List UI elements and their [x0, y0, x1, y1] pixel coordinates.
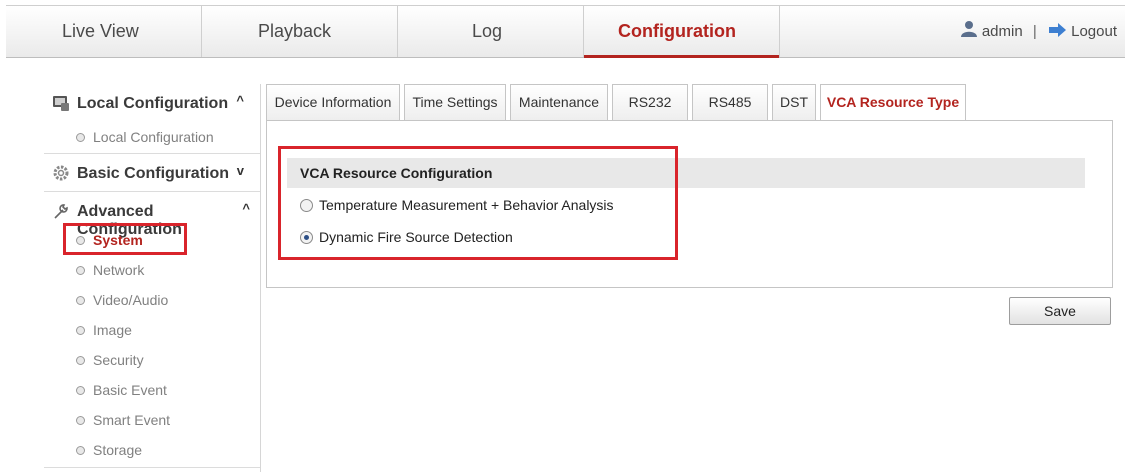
sidebar-item-local-configuration[interactable]: Local Configuration — [76, 122, 256, 152]
save-button[interactable]: Save — [1009, 297, 1111, 325]
sidebar-item-basic-event[interactable]: Basic Event — [76, 375, 256, 405]
monitor-icon — [52, 94, 70, 112]
tab-vca-resource-type[interactable]: VCA Resource Type — [820, 84, 966, 121]
bullet-icon — [76, 385, 85, 395]
sidebar-group-label: Local Configuration — [77, 95, 229, 112]
bullet-icon — [76, 295, 85, 305]
tab-device-information[interactable]: Device Information — [266, 84, 400, 120]
sidebar-item-network[interactable]: Network — [76, 255, 256, 285]
highlight-box-vca-config — [278, 146, 678, 260]
sidebar-item-label: Security — [93, 352, 144, 368]
sidebar: Local Configuration ^ Local Configuratio… — [44, 84, 261, 472]
nav-tab-playback[interactable]: Playback — [202, 6, 398, 57]
bullet-icon — [76, 355, 85, 365]
bullet-icon — [76, 132, 85, 142]
nav-tab-log[interactable]: Log — [398, 6, 584, 57]
chevron-up-icon[interactable]: ^ — [242, 201, 250, 216]
tab-dst[interactable]: DST — [772, 84, 816, 120]
sidebar-item-label: Basic Event — [93, 382, 167, 398]
sidebar-item-label: Image — [93, 322, 132, 338]
username[interactable]: admin — [982, 23, 1023, 40]
chevron-down-icon[interactable]: v — [237, 163, 244, 178]
divider — [44, 467, 260, 468]
gear-icon — [52, 164, 70, 182]
sidebar-item-label: Storage — [93, 442, 143, 458]
sidebar-group-local-configuration[interactable]: Local Configuration ^ — [44, 84, 260, 122]
sidebar-item-video-audio[interactable]: Video/Audio — [76, 285, 256, 315]
wrench-icon — [52, 202, 70, 220]
tab-maintenance[interactable]: Maintenance — [510, 84, 608, 120]
bullet-icon — [76, 265, 85, 275]
highlight-box-system — [63, 223, 187, 255]
bullet-icon — [76, 445, 85, 455]
logout-link[interactable]: Logout — [1071, 23, 1117, 40]
tab-rs232[interactable]: RS232 — [612, 84, 688, 120]
top-navigation: Live View Playback Log Configuration adm… — [6, 5, 1125, 58]
nav-tab-label: Playback — [258, 21, 332, 41]
sidebar-item-smart-event[interactable]: Smart Event — [76, 405, 256, 435]
user-icon — [960, 7, 978, 58]
nav-tab-label: Live View — [62, 21, 139, 41]
nav-tab-configuration[interactable]: Configuration — [584, 6, 780, 58]
sidebar-item-label: Network — [93, 262, 145, 278]
separator: | — [1032, 23, 1037, 40]
nav-tab-label: Log — [472, 21, 503, 41]
bullet-icon — [76, 325, 85, 335]
user-bar: admin | Logout — [960, 6, 1117, 57]
sidebar-group-label: Basic Configuration — [77, 165, 230, 182]
bullet-icon — [76, 415, 85, 425]
sidebar-item-security[interactable]: Security — [76, 345, 256, 375]
sidebar-item-label: Smart Event — [93, 412, 171, 428]
nav-tab-live-view[interactable]: Live View — [6, 6, 202, 57]
sidebar-item-storage[interactable]: Storage — [76, 435, 256, 465]
chevron-up-icon[interactable]: ^ — [236, 93, 244, 108]
sidebar-item-label: Video/Audio — [93, 292, 169, 308]
tab-time-settings[interactable]: Time Settings — [404, 84, 506, 120]
nav-tab-label: Configuration — [618, 21, 736, 41]
sidebar-item-label: Local Configuration — [93, 129, 214, 145]
logout-icon[interactable] — [1047, 7, 1067, 58]
tab-rs485[interactable]: RS485 — [692, 84, 768, 120]
sidebar-group-basic-configuration[interactable]: Basic Configuration v — [44, 154, 260, 192]
sidebar-item-image[interactable]: Image — [76, 315, 256, 345]
